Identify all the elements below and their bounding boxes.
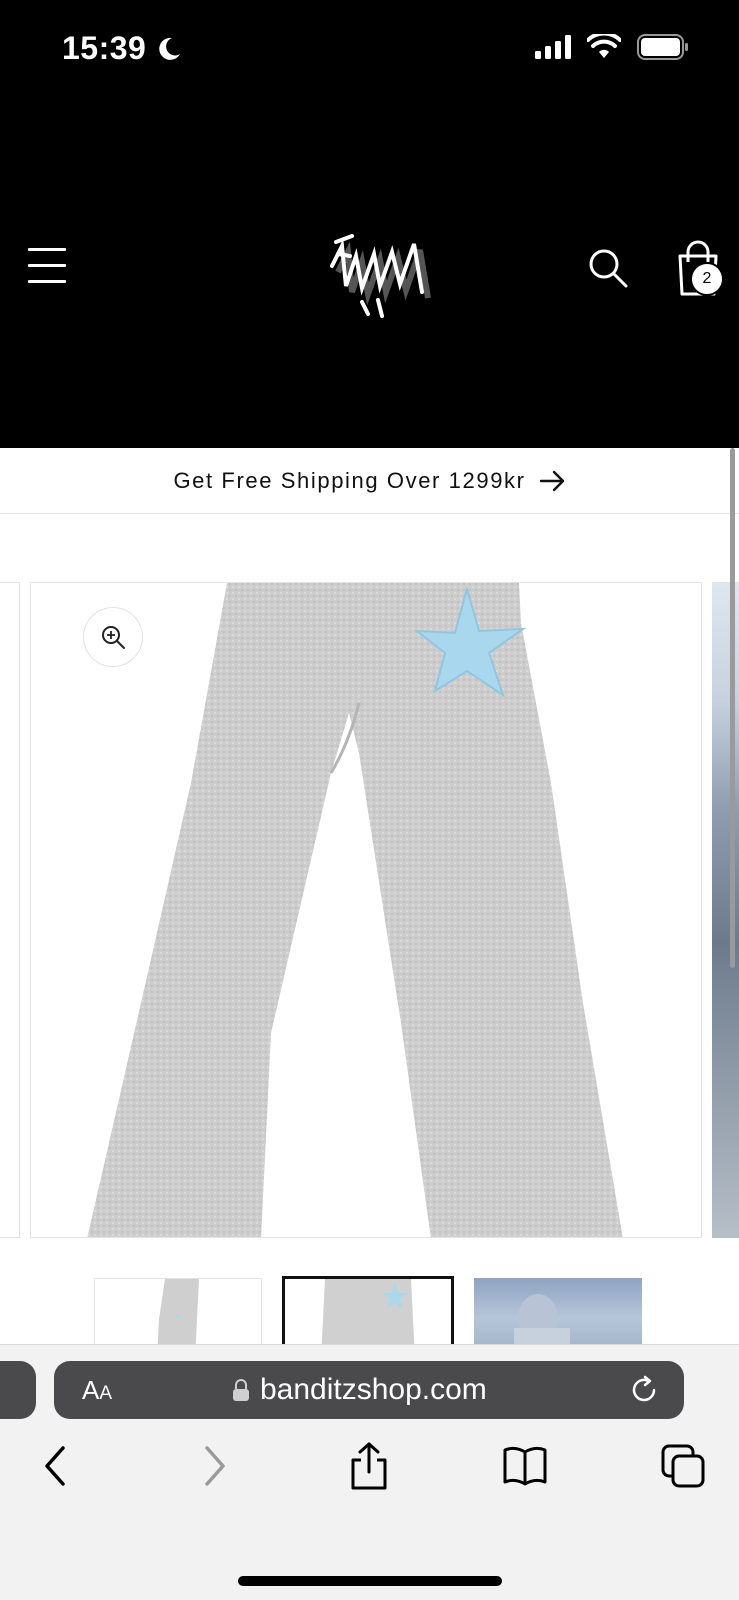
product-image-sweatpants-back	[87, 583, 623, 1237]
announcement-bar[interactable]: Get Free Shipping Over 1299kr	[0, 448, 739, 514]
home-indicator[interactable]	[238, 1576, 502, 1586]
url-text: banditzshop.com	[260, 1373, 487, 1406]
status-time: 15:39	[62, 30, 147, 66]
tabs-icon[interactable]	[658, 1441, 708, 1491]
address-bar[interactable]: AA banditzshop.com	[54, 1361, 684, 1419]
arrow-right-icon	[539, 470, 564, 491]
forward-icon[interactable]	[190, 1441, 240, 1491]
reload-icon[interactable]	[630, 1375, 660, 1405]
hamburger-icon[interactable]	[28, 248, 66, 284]
thumb-sweatpants-front[interactable]	[94, 1278, 262, 1344]
battery-icon	[637, 34, 688, 60]
text-size-button[interactable]: AA	[82, 1375, 112, 1406]
status-bar: 15:39	[0, 0, 739, 100]
previous-tab-preview[interactable]	[0, 1361, 36, 1419]
page-scrollbar[interactable]	[730, 448, 735, 968]
gallery-slide-active[interactable]	[30, 582, 702, 1238]
thumb-hoodie-lifestyle[interactable]	[474, 1278, 642, 1344]
share-icon[interactable]	[344, 1441, 394, 1491]
lock-icon	[233, 1379, 249, 1401]
thumb-sweatpants-back[interactable]	[282, 1276, 454, 1344]
signal-icon	[535, 35, 571, 59]
wifi-icon	[587, 34, 621, 58]
cart-count-badge[interactable]: 2	[690, 262, 724, 296]
back-icon[interactable]	[30, 1441, 80, 1491]
site-header	[0, 200, 739, 340]
url-display[interactable]: banditzshop.com	[232, 1373, 487, 1407]
moon-icon	[159, 37, 180, 60]
status-icons	[535, 34, 689, 60]
top-header-region: 15:39	[0, 0, 739, 448]
browser-toolbar: AA banditzshop.com	[0, 1344, 739, 1600]
product-gallery[interactable]	[0, 582, 739, 1238]
bookmarks-icon[interactable]	[500, 1441, 550, 1491]
gallery-slide-previous[interactable]	[0, 582, 20, 1238]
brand-logo[interactable]	[322, 226, 442, 322]
zoom-in-icon[interactable]	[83, 607, 143, 667]
gallery-thumbnails	[0, 1274, 739, 1344]
browser-nav-row	[0, 1441, 739, 1521]
search-icon[interactable]	[588, 248, 628, 288]
announcement-text: Get Free Shipping Over 1299kr	[173, 467, 526, 493]
